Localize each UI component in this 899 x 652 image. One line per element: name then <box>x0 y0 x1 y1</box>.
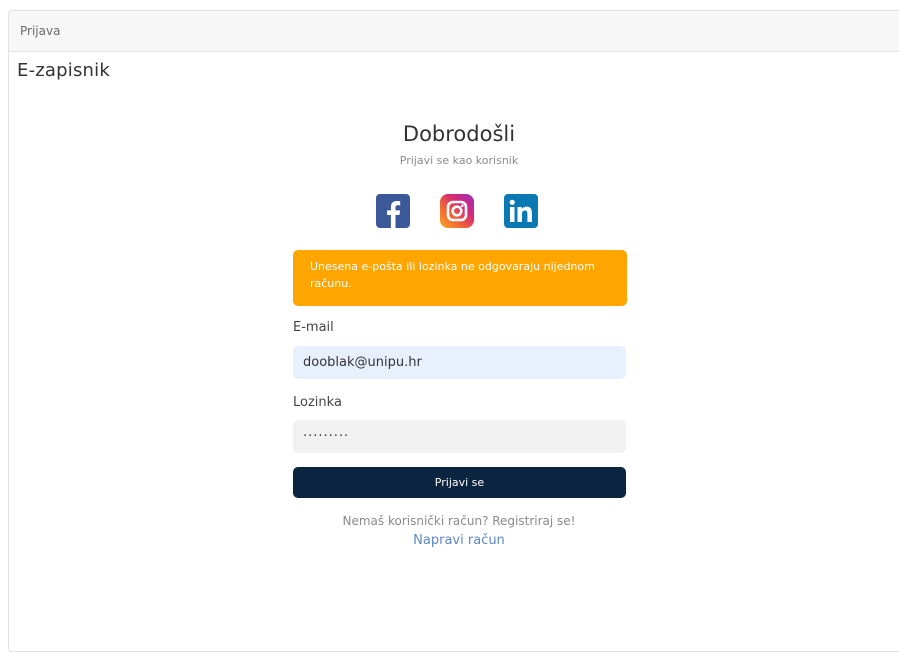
register-prompt: Nemaš korisnički račun? Registriraj se! <box>342 514 576 528</box>
card-header: Prijava <box>9 11 899 52</box>
instagram-icon[interactable] <box>440 194 474 228</box>
facebook-icon[interactable] <box>376 194 410 228</box>
login-button[interactable]: Prijavi se <box>293 467 626 498</box>
card-header-label: Prijava <box>20 24 61 38</box>
email-label: E-mail <box>293 320 334 335</box>
welcome-heading: Dobrodošli <box>402 122 516 146</box>
password-field[interactable] <box>293 420 626 453</box>
password-label: Lozinka <box>293 395 342 410</box>
login-subtitle: Prijavi se kao korisnik <box>399 154 519 167</box>
login-card: Prijava <box>8 10 899 652</box>
app-title: E-zapisnik <box>17 60 110 81</box>
social-login-buttons <box>376 194 538 228</box>
linkedin-icon[interactable] <box>504 194 538 228</box>
error-alert: Unesena e-pošta ili lozinka ne odgovaraj… <box>293 250 627 306</box>
register-link-wrapper: Napravi račun <box>0 533 899 548</box>
create-account-link[interactable]: Napravi račun <box>413 533 505 548</box>
email-field[interactable] <box>293 346 626 379</box>
